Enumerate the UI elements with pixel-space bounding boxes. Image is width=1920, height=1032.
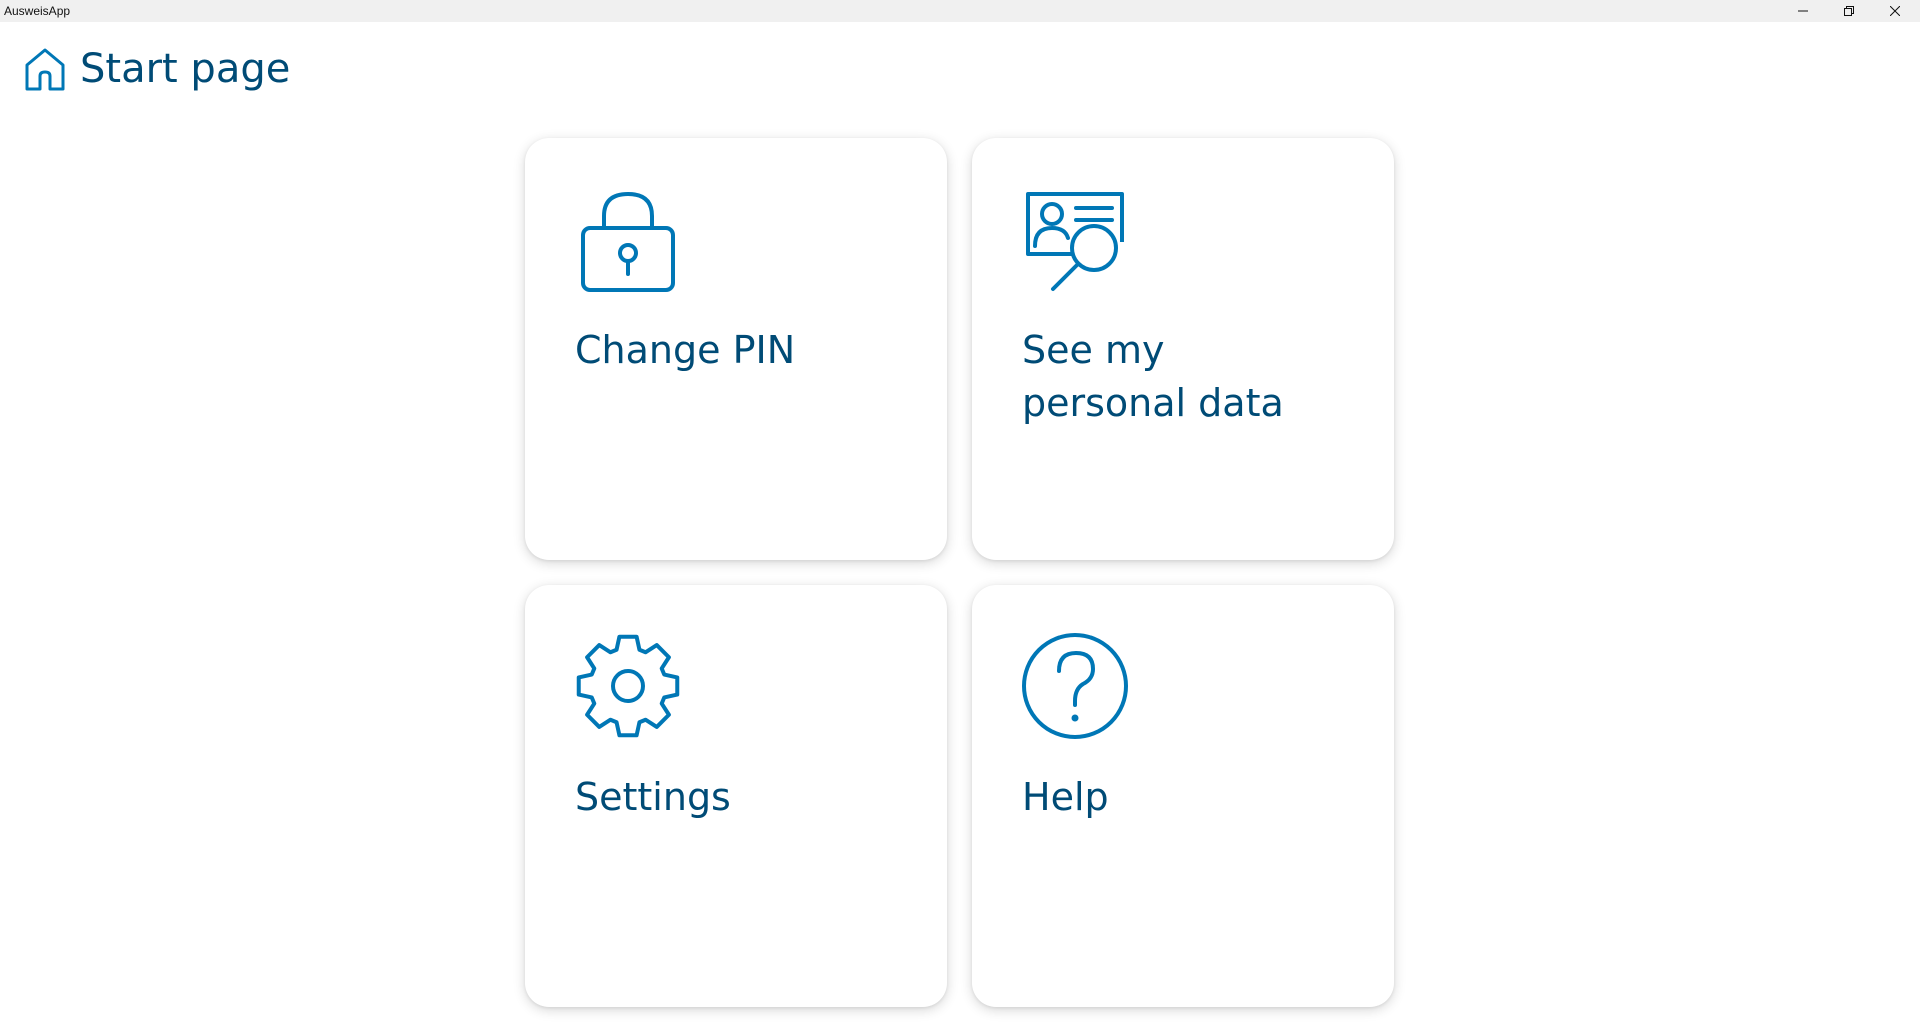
settings-tile[interactable]: Settings xyxy=(525,585,947,1007)
restore-icon xyxy=(1844,6,1854,16)
help-tile[interactable]: Help xyxy=(972,585,1394,1007)
help-label: Help xyxy=(1022,775,1109,819)
settings-label: Settings xyxy=(575,775,731,819)
change-pin-tile[interactable]: Change PIN xyxy=(525,138,947,560)
personal-data-label: See my personal data xyxy=(1022,328,1284,425)
app-title: AusweisApp xyxy=(4,4,71,18)
home-icon[interactable] xyxy=(22,46,68,92)
minimize-button[interactable] xyxy=(1780,0,1826,22)
close-button[interactable] xyxy=(1872,0,1918,22)
lock-icon xyxy=(581,191,675,292)
close-icon xyxy=(1890,6,1900,16)
id-card-search-icon xyxy=(1026,192,1124,291)
page-header: Start page xyxy=(22,44,290,94)
page-title: Start page xyxy=(80,46,291,92)
window-titlebar: AusweisApp xyxy=(0,0,1920,22)
minimize-icon xyxy=(1798,10,1808,12)
personal-data-tile[interactable]: See my personal data xyxy=(972,138,1394,560)
restore-button[interactable] xyxy=(1826,0,1872,22)
change-pin-label: Change PIN xyxy=(575,328,796,372)
gear-icon xyxy=(576,634,680,738)
help-icon xyxy=(1022,633,1128,739)
